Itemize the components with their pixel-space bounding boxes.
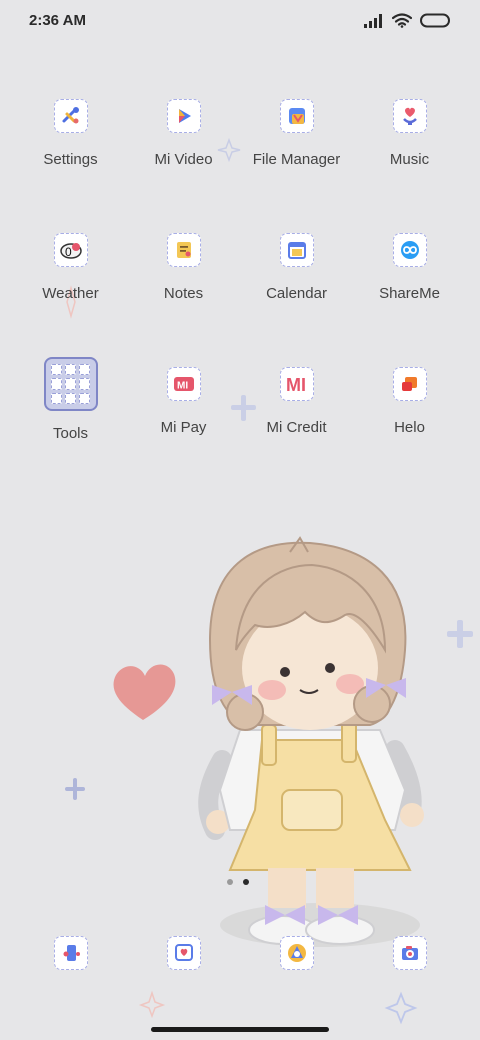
app-mi-video[interactable]: Mi Video [127, 99, 240, 199]
folder-icon [43, 357, 98, 411]
settings-icon [62, 107, 79, 124]
svg-text:MI: MI [286, 375, 306, 395]
mi-pay-icon: MI [173, 377, 194, 392]
app-mi-credit[interactable]: MI Mi Credit [240, 367, 353, 467]
app-settings[interactable]: Settings [14, 99, 127, 199]
app-music[interactable]: Music [353, 99, 466, 199]
page-indicator[interactable] [227, 879, 249, 885]
folder-icon [288, 108, 305, 124]
app-label: Notes [163, 285, 204, 302]
svg-text:0: 0 [65, 245, 72, 259]
app-label: File Manager [252, 151, 341, 168]
girl-illustration [198, 536, 424, 947]
play-icon [178, 109, 191, 123]
helo-icon [401, 377, 417, 391]
folder-tools[interactable]: Tools [14, 357, 127, 467]
weather-icon: 0 [59, 243, 82, 259]
app-label: Music [389, 151, 430, 168]
page-dot-active [243, 879, 249, 885]
calendar-icon [287, 242, 306, 259]
app-calendar[interactable]: Calendar [240, 233, 353, 333]
home-gesture-bar[interactable] [151, 1027, 329, 1032]
shareme-icon [400, 241, 419, 259]
music-icon [402, 107, 417, 125]
app-helo[interactable]: Helo [353, 367, 466, 467]
app-label: Mi Pay [160, 419, 207, 436]
app-shareme[interactable]: ShareMe [353, 233, 466, 333]
dock-browser[interactable] [240, 936, 353, 976]
app-label: Mi Credit [266, 419, 327, 436]
dock-phone[interactable] [14, 936, 127, 976]
app-weather[interactable]: 0 Weather [14, 233, 127, 333]
app-label: Mi Video [154, 151, 213, 168]
browser-icon [287, 944, 306, 962]
mi-credit-icon: MI [286, 375, 306, 395]
app-grid: Settings Mi Video File Manager Music 0 W… [0, 0, 480, 480]
dock-messages[interactable] [127, 936, 240, 976]
dock-camera[interactable] [353, 936, 466, 976]
app-file-manager[interactable]: File Manager [240, 99, 353, 199]
dock [0, 936, 480, 976]
app-label: Weather [42, 285, 99, 302]
app-label: Settings [43, 151, 98, 168]
app-label: Tools [52, 425, 89, 442]
phone-icon [63, 945, 80, 961]
svg-text:MI: MI [177, 381, 188, 392]
app-label: Calendar [266, 285, 327, 302]
page-dot [227, 879, 233, 885]
app-label: Helo [394, 419, 425, 436]
app-mi-pay[interactable]: MI Mi Pay [127, 367, 240, 467]
camera-icon [401, 946, 418, 960]
app-label: ShareMe [379, 285, 440, 302]
heart-decoration [113, 664, 176, 720]
notes-icon [176, 242, 191, 258]
messages-icon [174, 944, 193, 961]
app-notes[interactable]: Notes [127, 233, 240, 333]
